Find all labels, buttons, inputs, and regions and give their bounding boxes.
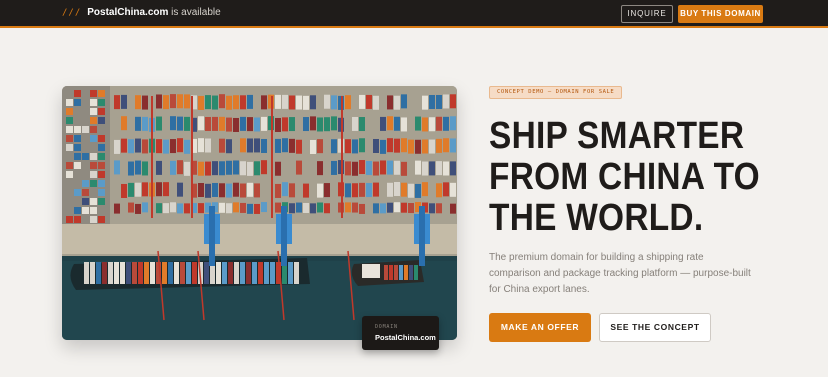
availability-banner: /// PostalChina.com is available (62, 7, 221, 18)
top-bar: ///PostalChina.com is available INQUIRE … (0, 0, 828, 28)
headline-line: FROM CHINA TO (489, 156, 760, 198)
domain-tag-value: PostalChina.com (375, 333, 436, 342)
slashes-mark: /// (62, 8, 82, 18)
hero-port-image (62, 86, 457, 340)
domain-tag-label: DOMAIN (375, 324, 398, 330)
hero-headline: SHIP SMARTER FROM CHINA TO THE WORLD. (489, 116, 771, 239)
hero-description: The premium domain for building a shippi… (489, 252, 751, 295)
domain-tag-card: DOMAIN PostalChina.com (362, 316, 439, 350)
headline-line: SHIP SMARTER (489, 115, 745, 157)
availability-text: is available (168, 7, 221, 18)
see-concept-button[interactable]: SEE THE CONCEPT (599, 313, 711, 342)
headline-line: THE WORLD. (489, 197, 704, 239)
make-offer-button[interactable]: MAKE AN OFFER (489, 313, 591, 342)
domain-name: PostalChina.com (87, 7, 169, 18)
port-illustration (62, 86, 457, 340)
concept-badge: CONCEPT DEMO — DOMAIN FOR SALE (489, 86, 623, 99)
buy-domain-button[interactable]: BUY THIS DOMAIN (678, 5, 763, 23)
inquire-button[interactable]: INQUIRE (621, 5, 673, 23)
